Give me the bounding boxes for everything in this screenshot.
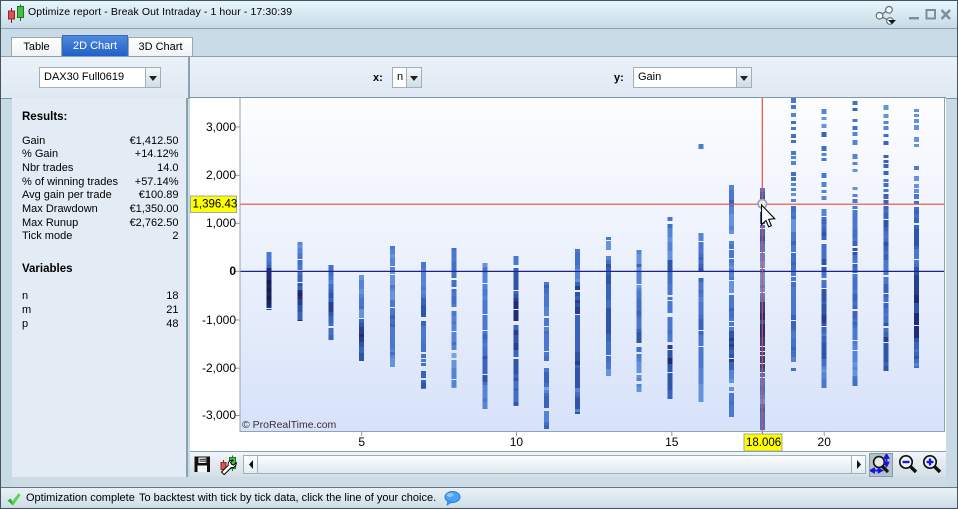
svg-text:5: 5 (358, 435, 365, 449)
svg-text:15: 15 (665, 435, 679, 449)
svg-text:© ProRealTime.com: © ProRealTime.com (242, 419, 337, 431)
svg-text:20: 20 (818, 435, 832, 449)
svg-text:-2,000: -2,000 (202, 361, 236, 375)
svg-text:1,396.43: 1,396.43 (193, 199, 238, 211)
svg-text:10: 10 (510, 435, 524, 449)
svg-text:18.006: 18.006 (746, 437, 781, 449)
svg-text:0: 0 (229, 264, 236, 278)
svg-text:1,000: 1,000 (206, 216, 236, 230)
svg-text:-1,000: -1,000 (202, 313, 236, 327)
svg-text:3,000: 3,000 (206, 120, 236, 134)
svg-text:2,000: 2,000 (206, 168, 236, 182)
svg-text:-3,000: -3,000 (202, 408, 236, 422)
